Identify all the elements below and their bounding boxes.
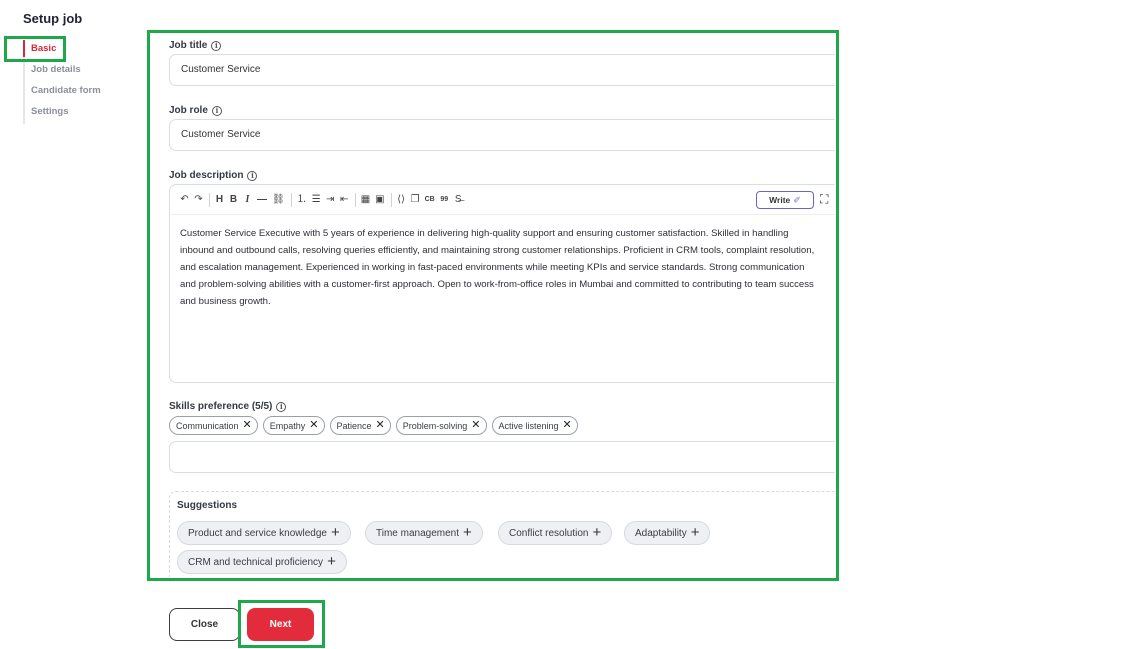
skill-chip-label: Patience: [336, 420, 372, 431]
job-role-label-text: Job role: [169, 105, 208, 116]
suggestion-chip[interactable]: Adaptability +: [624, 521, 711, 545]
skill-chip-label: Communication: [176, 420, 239, 431]
skill-chip-label: Problem-solving: [402, 420, 468, 431]
close-icon[interactable]: ✕: [471, 420, 480, 431]
skill-chip: Patience ✕: [329, 416, 391, 435]
info-icon[interactable]: i: [276, 401, 287, 412]
sidebar-item-settings[interactable]: Settings: [25, 103, 133, 124]
write-button[interactable]: Write ✐: [756, 191, 814, 209]
indent-icon[interactable]: ⇥: [326, 193, 335, 207]
close-icon[interactable]: ✕: [243, 420, 252, 431]
bullet-list-icon[interactable]: ☰: [312, 193, 321, 207]
horizontal-rule-icon[interactable]: —: [257, 193, 267, 207]
job-description-editor[interactable]: ↶ ↷ H B I — ⛓ ⒈ ☰ ⇥ ⇤ ▦ ▣ ⟨⟩ ❐ CB 99 S̶ …: [169, 184, 835, 383]
sidebar-item-candidate-form[interactable]: Candidate form: [25, 82, 133, 103]
skill-chip-label: Empathy: [269, 420, 306, 431]
expand-icon[interactable]: ⛶: [820, 193, 828, 205]
plus-icon: +: [327, 553, 336, 570]
sidebar-item-job-details[interactable]: Job details: [25, 61, 133, 82]
next-button[interactable]: Next: [247, 608, 314, 641]
toolbar-divider: [390, 192, 392, 207]
suggestion-label: Conflict resolution: [509, 527, 589, 539]
toolbar-divider: [290, 192, 292, 207]
quote-icon[interactable]: 99: [440, 193, 449, 207]
suggestion-label: CRM and technical proficiency: [188, 556, 324, 568]
skill-chip-label: Active listening: [498, 420, 559, 431]
close-icon[interactable]: ✕: [563, 420, 572, 431]
suggestion-label: Adaptability: [635, 527, 687, 539]
redo-icon[interactable]: ↷: [194, 193, 203, 207]
job-description-label: Job description i: [169, 170, 258, 181]
skills-label: Skills preference (5/5) i: [169, 401, 287, 412]
info-icon[interactable]: i: [247, 170, 258, 181]
code-block-icon[interactable]: CB: [425, 193, 435, 207]
outdent-icon[interactable]: ⇤: [340, 193, 349, 207]
skills-input[interactable]: [169, 441, 835, 473]
skill-chip: Active listening ✕: [491, 416, 578, 435]
strikethrough-icon[interactable]: S̶: [454, 193, 463, 207]
close-icon[interactable]: ✕: [376, 420, 385, 431]
copy-icon[interactable]: ❐: [411, 193, 420, 207]
skill-chip: Communication ✕: [169, 416, 258, 435]
suggestion-label: Time management: [376, 527, 459, 539]
skill-chip: Empathy ✕: [262, 416, 325, 435]
undo-icon[interactable]: ↶: [180, 193, 189, 207]
basic-form: Job title i Customer Service Job role i …: [152, 34, 835, 577]
skill-chip: Problem-solving ✕: [395, 416, 487, 435]
close-icon[interactable]: ✕: [309, 420, 318, 431]
heading-icon[interactable]: H: [215, 193, 224, 207]
suggestions-panel: Suggestions Product and service knowledg…: [169, 491, 835, 577]
sidebar-item-basic[interactable]: Basic: [23, 40, 133, 61]
italic-icon[interactable]: I: [243, 193, 252, 207]
plus-icon: +: [463, 524, 472, 541]
bold-icon[interactable]: B: [229, 193, 238, 207]
link-icon[interactable]: ⛓: [272, 193, 285, 207]
job-title-label: Job title i: [169, 40, 222, 51]
skills-label-text: Skills preference (5/5): [169, 401, 273, 412]
editor-toolbar: ↶ ↷ H B I — ⛓ ⒈ ☰ ⇥ ⇤ ▦ ▣ ⟨⟩ ❐ CB 99 S̶ …: [170, 185, 835, 215]
suggestion-chip[interactable]: Time management +: [365, 521, 483, 545]
suggestion-label: Product and service knowledge: [188, 527, 327, 539]
code-icon[interactable]: ⟨⟩: [397, 193, 406, 207]
plus-icon: +: [592, 524, 602, 541]
toolbar-divider: [209, 192, 210, 207]
toolbar-divider: [354, 192, 356, 207]
job-description-label-text: Job description: [169, 170, 244, 181]
suggestions-title: Suggestions: [177, 500, 238, 511]
write-button-label: Write: [769, 195, 791, 205]
info-icon[interactable]: i: [211, 105, 222, 116]
table-icon[interactable]: ▦: [361, 193, 370, 207]
page-title: Setup job: [23, 11, 83, 26]
sidebar-nav: Basic Job details Candidate form Setting…: [23, 40, 133, 124]
plus-icon: +: [690, 524, 700, 541]
suggestion-chip[interactable]: Product and service knowledge +: [177, 521, 351, 545]
job-role-label: Job role i: [169, 105, 222, 116]
ordered-list-icon[interactable]: ⒈: [297, 193, 307, 207]
suggestion-chip[interactable]: CRM and technical proficiency +: [177, 550, 347, 574]
magic-wand-icon: ✐: [793, 195, 801, 205]
plus-icon: +: [330, 524, 340, 541]
job-role-input[interactable]: Customer Service: [169, 119, 835, 151]
job-description-text[interactable]: Customer Service Executive with 5 years …: [180, 225, 820, 310]
info-icon[interactable]: i: [211, 40, 222, 51]
suggestion-chip[interactable]: Conflict resolution +: [498, 521, 613, 545]
close-button[interactable]: Close: [169, 608, 240, 641]
image-icon[interactable]: ▣: [375, 193, 384, 207]
job-title-label-text: Job title: [169, 40, 208, 51]
skills-chips: Communication ✕ Empathy ✕ Patience ✕ Pro…: [169, 416, 578, 435]
job-title-input[interactable]: Customer Service: [169, 54, 835, 86]
